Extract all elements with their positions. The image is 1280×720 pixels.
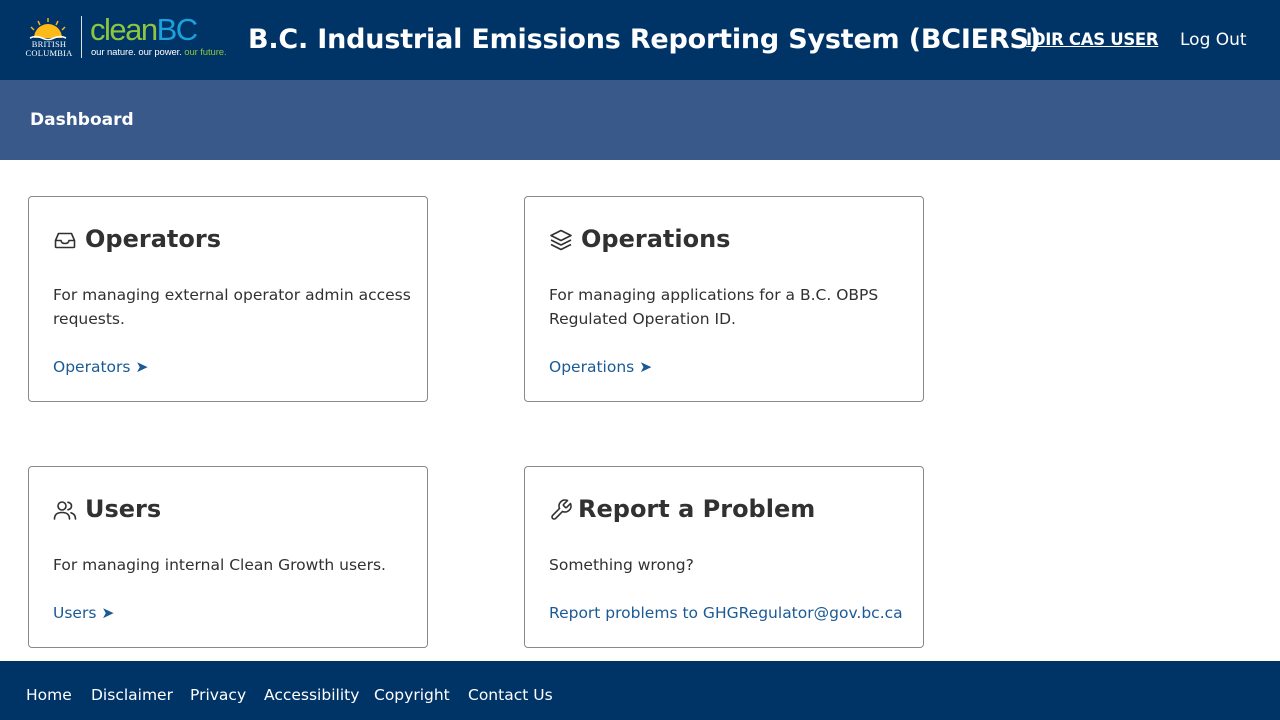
app-header: BRITISH COLUMBIA cleanBC our nature. our … bbox=[0, 0, 1280, 80]
logout-button[interactable]: Log Out bbox=[1180, 29, 1247, 51]
report-problem-email-link[interactable]: Report problems to GHGRegulator@gov.bc.c… bbox=[549, 601, 903, 625]
inbox-icon bbox=[54, 232, 76, 249]
users-icon bbox=[53, 501, 77, 520]
card-title: Operators bbox=[85, 225, 221, 253]
footer-link-contact-us[interactable]: Contact Us bbox=[468, 684, 553, 706]
card-description: Something wrong? bbox=[549, 556, 694, 574]
card-description: For managing external operator admin acc… bbox=[53, 286, 411, 328]
cleanbc-logo: cleanBC bbox=[90, 12, 198, 47]
breadcrumb-bar: Dashboard bbox=[0, 80, 1280, 160]
operations-link[interactable]: Operations ➤ bbox=[549, 355, 652, 379]
operators-card: Operators For managing external operator… bbox=[28, 196, 428, 402]
footer-link-home[interactable]: Home bbox=[26, 684, 72, 706]
card-title: Report a Problem bbox=[578, 495, 816, 523]
users-card: Users For managing internal Clean Growth… bbox=[28, 466, 428, 648]
page-title: Dashboard bbox=[30, 110, 134, 130]
site-title: B.C. Industrial Emissions Reporting Syst… bbox=[248, 24, 1041, 55]
layers-icon bbox=[550, 229, 572, 251]
footer-link-copyright[interactable]: Copyright bbox=[374, 684, 450, 706]
card-description: For managing internal Clean Growth users… bbox=[53, 556, 386, 574]
bc-wordmark: BRITISH COLUMBIA bbox=[25, 39, 73, 58]
user-profile-link[interactable]: IDIR CAS USER bbox=[1026, 29, 1159, 51]
footer: Home Disclaimer Privacy Accessibility Co… bbox=[0, 661, 1280, 720]
card-description: For managing applications for a B.C. OBP… bbox=[549, 286, 879, 328]
footer-link-privacy[interactable]: Privacy bbox=[190, 684, 246, 706]
logo-divider bbox=[81, 16, 82, 58]
logo-group[interactable]: BRITISH COLUMBIA cleanBC our nature. our … bbox=[24, 12, 227, 60]
report-problem-card: Report a Problem Something wrong? Report… bbox=[524, 466, 924, 648]
footer-link-accessibility[interactable]: Accessibility bbox=[264, 684, 359, 706]
cleanbc-tagline: our nature. our power. our future. bbox=[91, 47, 227, 58]
operators-link[interactable]: Operators ➤ bbox=[53, 355, 148, 379]
card-title: Operations bbox=[581, 225, 731, 253]
footer-link-disclaimer[interactable]: Disclaimer bbox=[91, 684, 173, 706]
operations-card: Operations For managing applications for… bbox=[524, 196, 924, 402]
wrench-icon bbox=[551, 499, 572, 520]
users-link[interactable]: Users ➤ bbox=[53, 601, 114, 625]
card-title: Users bbox=[85, 495, 162, 523]
